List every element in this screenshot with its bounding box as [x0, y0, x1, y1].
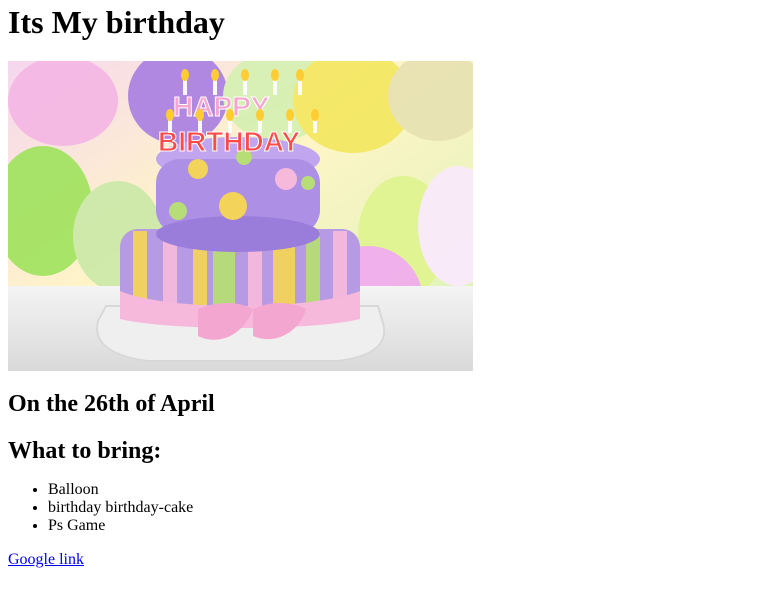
- page-root: Its My birthday HAPPY BIRTHDAY On the 26…: [0, 0, 759, 569]
- bring-list-item: Ps Game: [48, 517, 751, 535]
- bring-list: Balloon birthday birthday-cake Ps Game: [8, 481, 751, 535]
- svg-text:HAPPY: HAPPY: [173, 91, 270, 122]
- date-heading: On the 26th of April: [8, 391, 215, 417]
- link-wrapper: Google link: [8, 551, 751, 569]
- birthday-cake-image: HAPPY BIRTHDAY: [8, 61, 473, 371]
- bring-list-item: birthday birthday-cake: [48, 499, 751, 517]
- bring-list-item: Balloon: [48, 481, 751, 499]
- page-title: Its My birthday: [8, 4, 225, 40]
- google-link[interactable]: Google link: [8, 551, 84, 568]
- what-to-bring-heading: What to bring:: [8, 438, 162, 464]
